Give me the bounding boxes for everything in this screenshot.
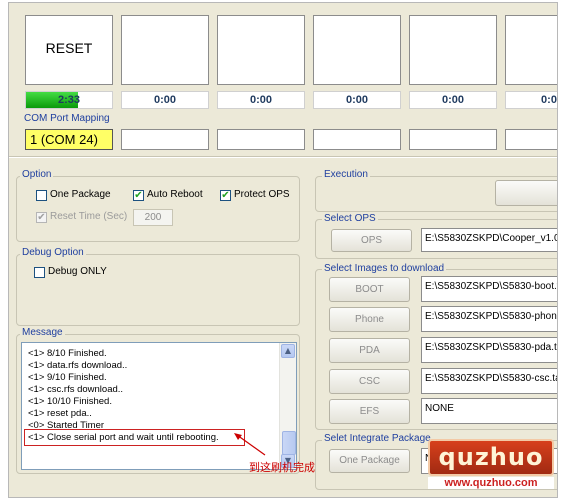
log-line: <1> data.rfs download.. — [28, 360, 128, 371]
slot-timer-1: 2:33 — [25, 91, 113, 109]
protect-ops-label: Protect OPS — [234, 189, 290, 200]
pda-path-field[interactable]: E:\S5830ZSKPD\S5830-pda.ta — [421, 337, 557, 363]
select-images-title: Select Images to download — [322, 263, 447, 274]
slot-timer-5: 0:00 — [409, 91, 497, 109]
reset-time-label: Reset Time (Sec) — [50, 211, 128, 222]
watermark-logo: quzhuo — [428, 439, 554, 476]
debug-option-title: Debug Option — [20, 247, 86, 258]
message-scrollbar[interactable]: ▲ ▼ — [279, 343, 296, 469]
device-slot-4 — [313, 15, 401, 85]
highlight-box — [24, 429, 245, 446]
com-port-3 — [217, 129, 305, 150]
scroll-up-icon[interactable]: ▲ — [281, 344, 295, 358]
annotation-text: 到这刷机完成 — [249, 461, 315, 474]
log-line: <1> csc.rfs download.. — [28, 384, 124, 395]
message-title: Message — [20, 327, 65, 338]
log-line: <1> 10/10 Finished. — [28, 396, 112, 407]
slot-timer-4: 0:00 — [313, 91, 401, 109]
efs-button[interactable]: EFS — [329, 399, 410, 424]
timer-text: 0:00 — [441, 94, 465, 106]
odin-window: RESET 2:33 0:00 0:00 0:00 0:00 0:0 COM P… — [8, 2, 558, 498]
csc-path-field[interactable]: E:\S5830ZSKPD\S5830-csc.ta — [421, 368, 557, 394]
ops-path-field[interactable]: E:\S5830ZSKPD\Cooper_v1.0. — [421, 228, 557, 252]
one-package-checkbox[interactable] — [36, 190, 47, 201]
option-title: Option — [20, 169, 54, 180]
device-slot-1: RESET — [25, 15, 113, 85]
timer-text: 0:00 — [153, 94, 177, 106]
auto-reboot-label: Auto Reboot — [147, 189, 203, 200]
timer-text: 0:0 — [541, 94, 557, 106]
timer-text: 2:33 — [57, 94, 81, 106]
slot-status: RESET — [45, 40, 93, 56]
watermark-url: www.quzhuo.com — [428, 477, 554, 489]
protect-ops-checkbox[interactable]: ✔ — [220, 190, 231, 201]
com-port-1: 1 (COM 24) — [25, 129, 113, 150]
start-button[interactable] — [495, 180, 557, 206]
debug-only-checkbox[interactable] — [34, 267, 45, 278]
pda-button[interactable]: PDA — [329, 338, 410, 363]
select-ops-title: Select OPS — [322, 213, 378, 224]
scroll-thumb[interactable] — [282, 431, 296, 455]
slot-timer-3: 0:00 — [217, 91, 305, 109]
com-port-4 — [313, 129, 401, 150]
reset-time-checkbox: ✔ — [36, 212, 47, 223]
device-slot-3 — [217, 15, 305, 85]
device-slot-6 — [505, 15, 557, 85]
efs-path-field[interactable]: NONE — [421, 398, 557, 424]
debug-option-group — [16, 254, 300, 326]
auto-reboot-checkbox[interactable]: ✔ — [133, 190, 144, 201]
one-package-label: One Package — [50, 189, 111, 200]
debug-only-label: Debug ONLY — [48, 266, 107, 277]
timer-text: 0:00 — [345, 94, 369, 106]
log-line: <1> reset pda.. — [28, 408, 92, 419]
divider — [9, 156, 557, 158]
device-slot-5 — [409, 15, 497, 85]
phone-path-field[interactable]: E:\S5830ZSKPD\S5830-phone. — [421, 306, 557, 332]
phone-button[interactable]: Phone — [329, 307, 410, 332]
csc-button[interactable]: CSC — [329, 369, 410, 394]
annotation-arrow-icon — [234, 433, 266, 456]
log-line: <1> 9/10 Finished. — [28, 372, 107, 383]
log-line: <1> 8/10 Finished. — [28, 348, 107, 359]
ops-button[interactable]: OPS — [331, 229, 412, 252]
boot-button[interactable]: BOOT — [329, 277, 410, 302]
com-port-5 — [409, 129, 497, 150]
timer-text: 0:00 — [249, 94, 273, 106]
integrate-package-title: Selet Integrate Package — [322, 433, 433, 444]
execution-title: Execution — [322, 169, 370, 180]
boot-path-field[interactable]: E:\S5830ZSKPD\S5830-boot.ta — [421, 276, 557, 302]
watermark: quzhuo www.quzhuo.com — [428, 439, 554, 495]
com-port-6 — [505, 129, 557, 150]
reset-time-input: 200 — [133, 209, 173, 226]
com-port-mapping-label: COM Port Mapping — [22, 113, 112, 124]
one-package-button[interactable]: One Package — [329, 449, 410, 473]
slot-timer-6: 0:0 — [505, 91, 557, 109]
slot-timer-2: 0:00 — [121, 91, 209, 109]
device-slot-2 — [121, 15, 209, 85]
com-port-2 — [121, 129, 209, 150]
